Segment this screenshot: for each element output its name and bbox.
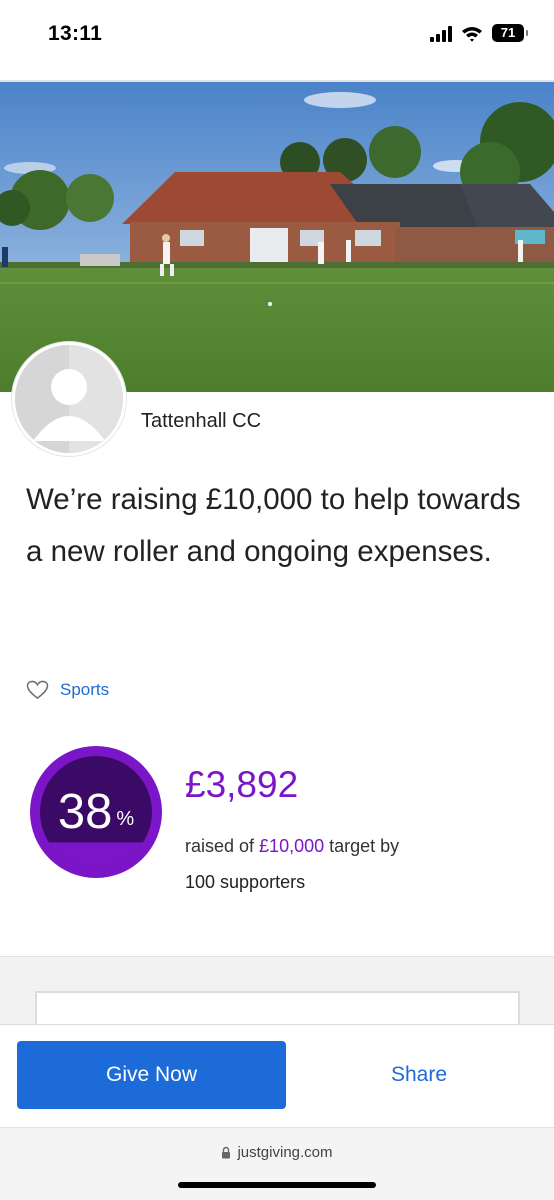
- status-bar: 13:11 71: [0, 0, 554, 78]
- raised-amount: £3,892: [185, 764, 299, 805]
- user-placeholder-icon: [15, 345, 123, 453]
- battery-icon: 71: [492, 24, 528, 42]
- status-icons: 71: [430, 24, 528, 42]
- supporters-count: 100 supporters: [185, 872, 306, 892]
- give-now-button[interactable]: Give Now: [17, 1041, 286, 1109]
- raised-target-line: raised of £10,000 target by: [185, 836, 399, 857]
- organiser-name[interactable]: Tattenhall CC: [141, 410, 261, 433]
- browser-url-bar[interactable]: justgiving.com: [0, 1127, 554, 1200]
- progress-percent-sign: %: [116, 807, 135, 830]
- target-suffix: target by: [324, 836, 400, 856]
- cellular-signal-icon: [430, 25, 452, 42]
- avatar: [12, 342, 126, 456]
- progress-label: 38 %: [30, 746, 162, 878]
- wifi-icon: [462, 26, 482, 42]
- category-tag[interactable]: Sports: [26, 680, 109, 700]
- heart-icon: [26, 680, 49, 700]
- share-button[interactable]: Share: [300, 1041, 538, 1109]
- action-bar: Give Now Share: [0, 1024, 554, 1128]
- home-indicator[interactable]: [178, 1182, 376, 1188]
- fundraiser-headline: We’re raising £10,000 to help towards a …: [26, 483, 521, 568]
- target-amount: £10,000: [259, 836, 325, 856]
- url-display[interactable]: justgiving.com: [0, 1144, 554, 1161]
- category-label[interactable]: Sports: [60, 680, 109, 700]
- lock-icon: [222, 1146, 231, 1159]
- url-text[interactable]: justgiving.com: [237, 1144, 332, 1161]
- progress-percent: 38: [57, 784, 113, 839]
- raised-prefix: raised of: [185, 836, 260, 856]
- status-time: 13:11: [48, 22, 103, 45]
